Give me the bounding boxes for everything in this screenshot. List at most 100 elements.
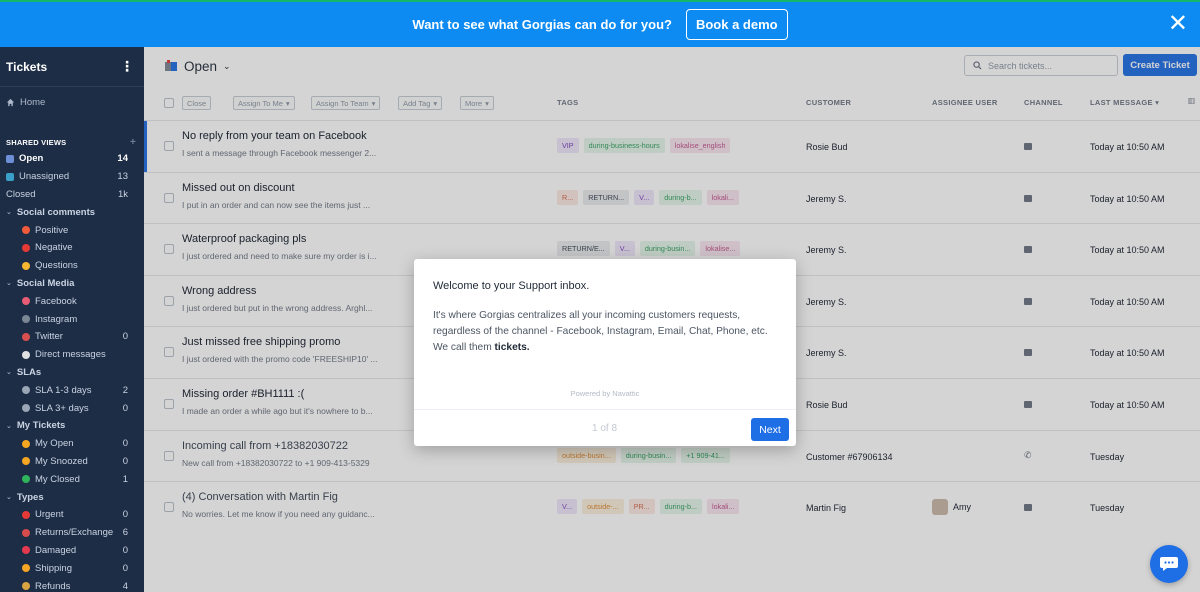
sidebar-item-label-wrap: SLA 3+ days (22, 403, 89, 414)
sidebar-group-label: SLAs (16, 366, 42, 378)
view-emoji-icon (22, 226, 30, 235)
sidebar-item-count: 0 (122, 509, 128, 521)
sidebar-item-positive[interactable]: Positive (0, 221, 144, 239)
sidebar-item-label-wrap: Shipping (22, 563, 72, 574)
sidebar-item-label-wrap: SLA 1-3 days (22, 385, 92, 396)
view-emoji-icon (22, 404, 30, 413)
chevron-down-icon: ⌄ (6, 280, 12, 288)
shared-views-heading: SHARED VIEWS + (0, 134, 144, 150)
sidebar-item-label-wrap: Facebook (22, 296, 77, 307)
sidebar-item-label: Questions (35, 260, 78, 272)
sidebar-item-my-open[interactable]: My Open 0 (0, 435, 144, 453)
sidebar-item-closed[interactable]: Closed 1k (0, 186, 144, 204)
sidebar-group-social-comments[interactable]: ⌄ Social comments (0, 203, 144, 221)
sidebar-item-home[interactable]: Home (0, 91, 144, 114)
sidebar-item-sla-1-3-days[interactable]: SLA 1-3 days 2 (0, 381, 144, 399)
chevron-down-icon: ⌄ (6, 494, 12, 502)
sidebar-item-count: 1k (117, 188, 128, 200)
sidebar-item-label: Damaged (35, 544, 77, 556)
view-emoji-icon (22, 528, 30, 537)
sidebar-item-my-closed[interactable]: My Closed 1 (0, 470, 144, 488)
sidebar-item-label-wrap: Positive (22, 225, 68, 236)
sidebar-item-label-wrap: Damaged (22, 545, 76, 556)
sidebar-group-my-tickets[interactable]: ⌄ My Tickets (0, 417, 144, 435)
sidebar-item-label: Instagram (35, 313, 78, 325)
sidebar-item-label-wrap: Open (6, 153, 43, 164)
sidebar-item-label-wrap: My Snoozed (22, 456, 88, 467)
sidebar-item-count: 0 (122, 402, 128, 414)
sidebar-item-returns-exchange[interactable]: Returns/Exchange 6 (0, 524, 144, 542)
view-emoji-icon (22, 546, 30, 555)
sidebar-item-count: 0 (122, 455, 128, 467)
view-emoji-icon (22, 315, 30, 324)
sidebar-item-label: Negative (35, 242, 73, 254)
sidebar-item-label: Urgent (35, 509, 64, 521)
views-list: Open 14 Unassigned 13 Closed 1k (0, 150, 144, 203)
sidebar-item-label: Home (20, 97, 46, 108)
sidebar-title: Tickets (6, 59, 48, 74)
sidebar-item-label-wrap: Returns/Exchange (22, 527, 113, 538)
sidebar-item-label-wrap: Negative (22, 242, 73, 253)
sidebar-item-facebook[interactable]: Facebook (0, 292, 144, 310)
powered-by[interactable]: Powered by Navattic (414, 389, 796, 398)
sidebar-item-label: My Snoozed (35, 455, 88, 467)
next-button[interactable]: Next (751, 418, 789, 441)
sidebar-item-label: My Open (35, 438, 74, 450)
chevron-down-icon: ⌄ (6, 422, 12, 430)
sidebar-header: Tickets ⋮ (0, 47, 144, 87)
more-menu-icon[interactable]: ⋮ (120, 58, 134, 75)
sidebar-item-open[interactable]: Open 14 (0, 150, 144, 168)
view-emoji-icon (22, 332, 30, 341)
sidebar-group-label: Social comments (16, 206, 96, 218)
sidebar-item-questions[interactable]: Questions (0, 257, 144, 275)
sidebar-item-count: 14 (117, 153, 128, 165)
chat-widget-button[interactable] (1150, 545, 1188, 583)
sidebar-group-slas[interactable]: ⌄ SLAs (0, 364, 144, 382)
view-emoji-icon (22, 564, 30, 573)
dialog-body: It's where Gorgias centralizes all your … (433, 310, 768, 353)
sidebar-item-label: Unassigned (19, 171, 70, 183)
sidebar-item-shipping[interactable]: Shipping 0 (0, 559, 144, 577)
sidebar-item-label-wrap: Unassigned (6, 171, 69, 182)
view-emoji-icon (22, 582, 30, 591)
sidebar-item-label: Returns/Exchange (35, 527, 114, 539)
sidebar-item-count: 13 (117, 171, 128, 183)
sidebar-item-label: Twitter (35, 331, 63, 343)
sidebar-item-count: 1 (122, 473, 128, 485)
sidebar-item-negative[interactable]: Negative (0, 239, 144, 257)
step-counter: 1 of 8 (592, 423, 618, 434)
sidebar-item-direct-messages[interactable]: Direct messages (0, 346, 144, 364)
close-icon[interactable]: ✕ (1168, 12, 1188, 36)
dialog-footer: 1 of 8 Next (414, 409, 796, 446)
sidebar-item-refunds[interactable]: Refunds 4 (0, 577, 144, 592)
add-view-icon[interactable]: + (130, 137, 136, 148)
view-emoji-icon (22, 243, 30, 252)
sidebar-item-unassigned[interactable]: Unassigned 13 (0, 168, 144, 186)
sidebar-item-urgent[interactable]: Urgent 0 (0, 506, 144, 524)
book-demo-button[interactable]: Book a demo (685, 9, 788, 40)
welcome-dialog: Welcome to your Support inbox. It's wher… (414, 259, 796, 446)
sidebar-item-label: Refunds (35, 580, 71, 592)
sidebar-group-types[interactable]: ⌄ Types (0, 488, 144, 506)
sidebar-item-label: My Closed (35, 473, 80, 485)
view-emoji-icon (22, 297, 30, 306)
sidebar-item-label: Direct messages (35, 349, 106, 361)
folder-icon (6, 172, 14, 181)
sidebar-item-damaged[interactable]: Damaged 0 (0, 542, 144, 560)
chevron-down-icon: ⌄ (6, 209, 12, 217)
sidebar-item-label-wrap: My Closed (22, 474, 80, 485)
sidebar-item-twitter[interactable]: Twitter 0 (0, 328, 144, 346)
sidebar-item-my-snoozed[interactable]: My Snoozed 0 (0, 453, 144, 471)
view-groups: ⌄ Social comments Positive Negative Question… (0, 203, 144, 592)
sidebar-item-label: Facebook (35, 295, 77, 307)
sidebar-item-label: SLA 3+ days (35, 402, 89, 414)
chevron-down-icon: ⌄ (6, 369, 12, 377)
sidebar-item-instagram[interactable]: Instagram (0, 310, 144, 328)
sidebar-item-count: 0 (122, 562, 128, 574)
sidebar-item-count: 0 (122, 331, 128, 343)
sidebar-item-count: 0 (122, 438, 128, 450)
sidebar-group-social-media[interactable]: ⌄ Social Media (0, 275, 144, 293)
sidebar-item-sla-3-days[interactable]: SLA 3+ days 0 (0, 399, 144, 417)
sidebar-item-label: Positive (35, 224, 69, 236)
dialog-title: Welcome to your Support inbox. (433, 280, 590, 292)
